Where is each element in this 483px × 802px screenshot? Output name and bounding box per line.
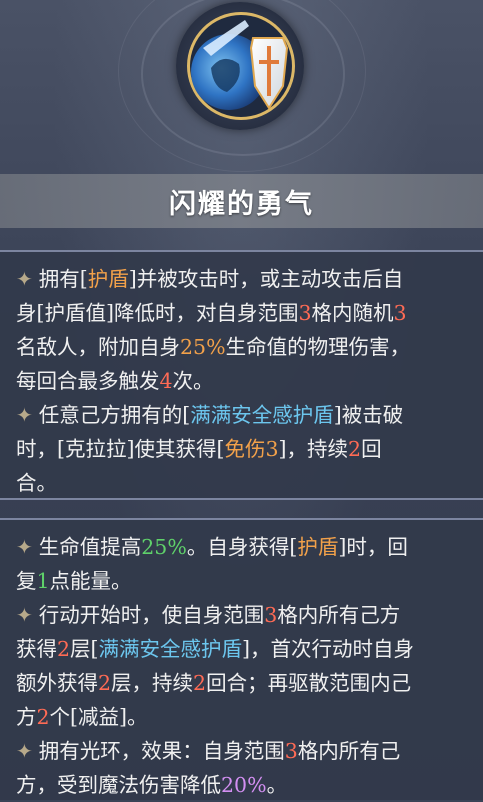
effect-text-segment: 25% (180, 335, 226, 359)
effect-line: 时，[克拉拉]使其获得[免伤3]，持续2回 (16, 432, 469, 466)
effect-text-segment: 额外获得 (16, 671, 98, 695)
effect-text-segment: ]时，回 (338, 535, 408, 559)
effect-line: 身[护盾值]降低时，对自身范围3格内随机3 (16, 296, 469, 330)
effect-line: ✦ 行动开始时，使自身范围3格内所有己方 (16, 598, 469, 632)
effect-text-segment: 。自身获得[ (186, 535, 298, 559)
effect-text-segment: 回 (361, 437, 382, 461)
star-bullet-icon: ✦ (16, 535, 33, 559)
effect-text-segment: 次。 (172, 369, 214, 393)
effect-text-segment: 3 (393, 301, 407, 325)
effect-text-segment: 20% (221, 773, 267, 797)
effect-text-segment: 方，受到魔法伤害降低 (16, 773, 221, 797)
effect-text-segment: 个[减益]。 (49, 705, 148, 729)
skill-effect-section-2: ✦ 生命值提高25%。自身获得[护盾]时，回 复1点能量。 ✦ 行动开始时，使自身范围3… (0, 518, 483, 800)
effect-text-segment: 1 (36, 569, 50, 593)
effect-text-segment: 层[ (70, 637, 99, 661)
effect-text-segment: 回合；再驱散范围内己 (206, 671, 412, 695)
star-bullet-icon: ✦ (16, 603, 33, 627)
skill-title-bar: 闪耀的勇气 (0, 174, 483, 228)
effect-text-segment: 25% (141, 535, 187, 559)
effect-text-segment: 合。 (16, 471, 57, 495)
effect-text-segment: 3 (284, 739, 298, 763)
effect-text-segment: 。 (266, 773, 288, 797)
effect-text-segment: 生命值提高 (38, 535, 142, 559)
star-bullet-icon: ✦ (16, 403, 33, 427)
effect-text-segment: 满满安全感护盾 (190, 403, 334, 427)
effect-text-segment: 层，持续 (111, 671, 194, 695)
effect-line: 方，受到魔法伤害降低20%。 (16, 768, 469, 802)
effect-text-segment: [ (79, 267, 88, 291)
effect-line: 名敌人，附加自身25%生命值的物理伤害， (16, 330, 469, 364)
effect-text-segment: 格内所有己 (297, 739, 401, 763)
effect-text-segment: 点能量。 (49, 569, 132, 593)
effect-text-segment: 3 (298, 301, 312, 325)
effect-line: 合。 (16, 466, 469, 500)
effect-text-segment: 行动开始时，使自身范围 (38, 603, 265, 627)
effect-text-segment: 复 (16, 569, 37, 593)
effect-text-segment: 2 (57, 637, 71, 661)
effect-line: 每回合最多触发4次。 (16, 364, 469, 398)
effect-text-segment: 4 (159, 369, 173, 393)
effect-text-segment: 格内所有己方 (277, 603, 401, 627)
effect-line: ✦ 任意己方拥有的[满满安全感护盾]被击破 (16, 398, 469, 432)
effect-text-segment: ]并被攻击时，或主动攻击后自 (128, 267, 404, 291)
effect-text-segment: 免伤3 (224, 437, 279, 461)
effect-text-segment: 身[护盾值]降低时，对自身范围 (16, 301, 299, 325)
effect-text-segment: 3 (264, 603, 278, 627)
star-bullet-icon: ✦ (16, 739, 33, 763)
effect-text-segment: 格内随机 (311, 301, 394, 325)
effect-text-segment: 名敌人，附加自身 (16, 335, 180, 359)
effect-line: ✦ 拥有[护盾]并被攻击时，或主动攻击后自 (16, 262, 469, 296)
effect-text-segment: 2 (348, 437, 362, 461)
effect-text-segment: ]，首次行动时自身 (242, 637, 415, 661)
effect-text-segment: 获得 (16, 637, 57, 661)
effect-text-segment: 2 (36, 705, 50, 729)
effect-text-segment: 生命值的物理伤害， (225, 335, 411, 359)
effect-text-segment: 每回合最多触发 (16, 369, 160, 393)
effect-text-segment: 拥有 (38, 267, 80, 291)
skill-title: 闪耀的勇气 (169, 188, 314, 220)
effect-text-segment: 时，[克拉拉]使其获得[ (16, 437, 225, 461)
effect-line: 方2个[减益]。 (16, 700, 469, 734)
effect-text-segment: 护盾 (297, 535, 339, 559)
effect-text-segment: 2 (98, 671, 112, 695)
star-bullet-icon: ✦ (16, 267, 33, 291)
skill-effect-section-1: ✦ 拥有[护盾]并被攻击时，或主动攻击后自 身[护盾值]降低时，对自身范围3格内随机… (0, 250, 483, 500)
effect-text-segment: ]，持续 (278, 437, 349, 461)
effect-text-segment: 护盾 (87, 267, 129, 291)
sword-and-shield-icon (187, 12, 295, 120)
effect-line: ✦ 拥有光环，效果：自身范围3格内所有己 (16, 734, 469, 768)
effect-line: 获得2层[满满安全感护盾]，首次行动时自身 (16, 632, 469, 666)
effect-text-segment: 满满安全感护盾 (98, 637, 243, 661)
effect-text-segment: 任意己方拥有的[ (38, 403, 191, 427)
effect-text-segment: 方 (16, 705, 37, 729)
effect-line: 复1点能量。 (16, 564, 469, 598)
effect-text-segment: 拥有光环，效果：自身范围 (38, 739, 285, 763)
effect-text-segment: ]被击破 (333, 403, 404, 427)
effect-text-segment: 2 (193, 671, 207, 695)
effect-line: 额外获得2层，持续2回合；再驱散范围内己 (16, 666, 469, 700)
effect-line: ✦ 生命值提高25%。自身获得[护盾]时，回 (16, 530, 469, 564)
